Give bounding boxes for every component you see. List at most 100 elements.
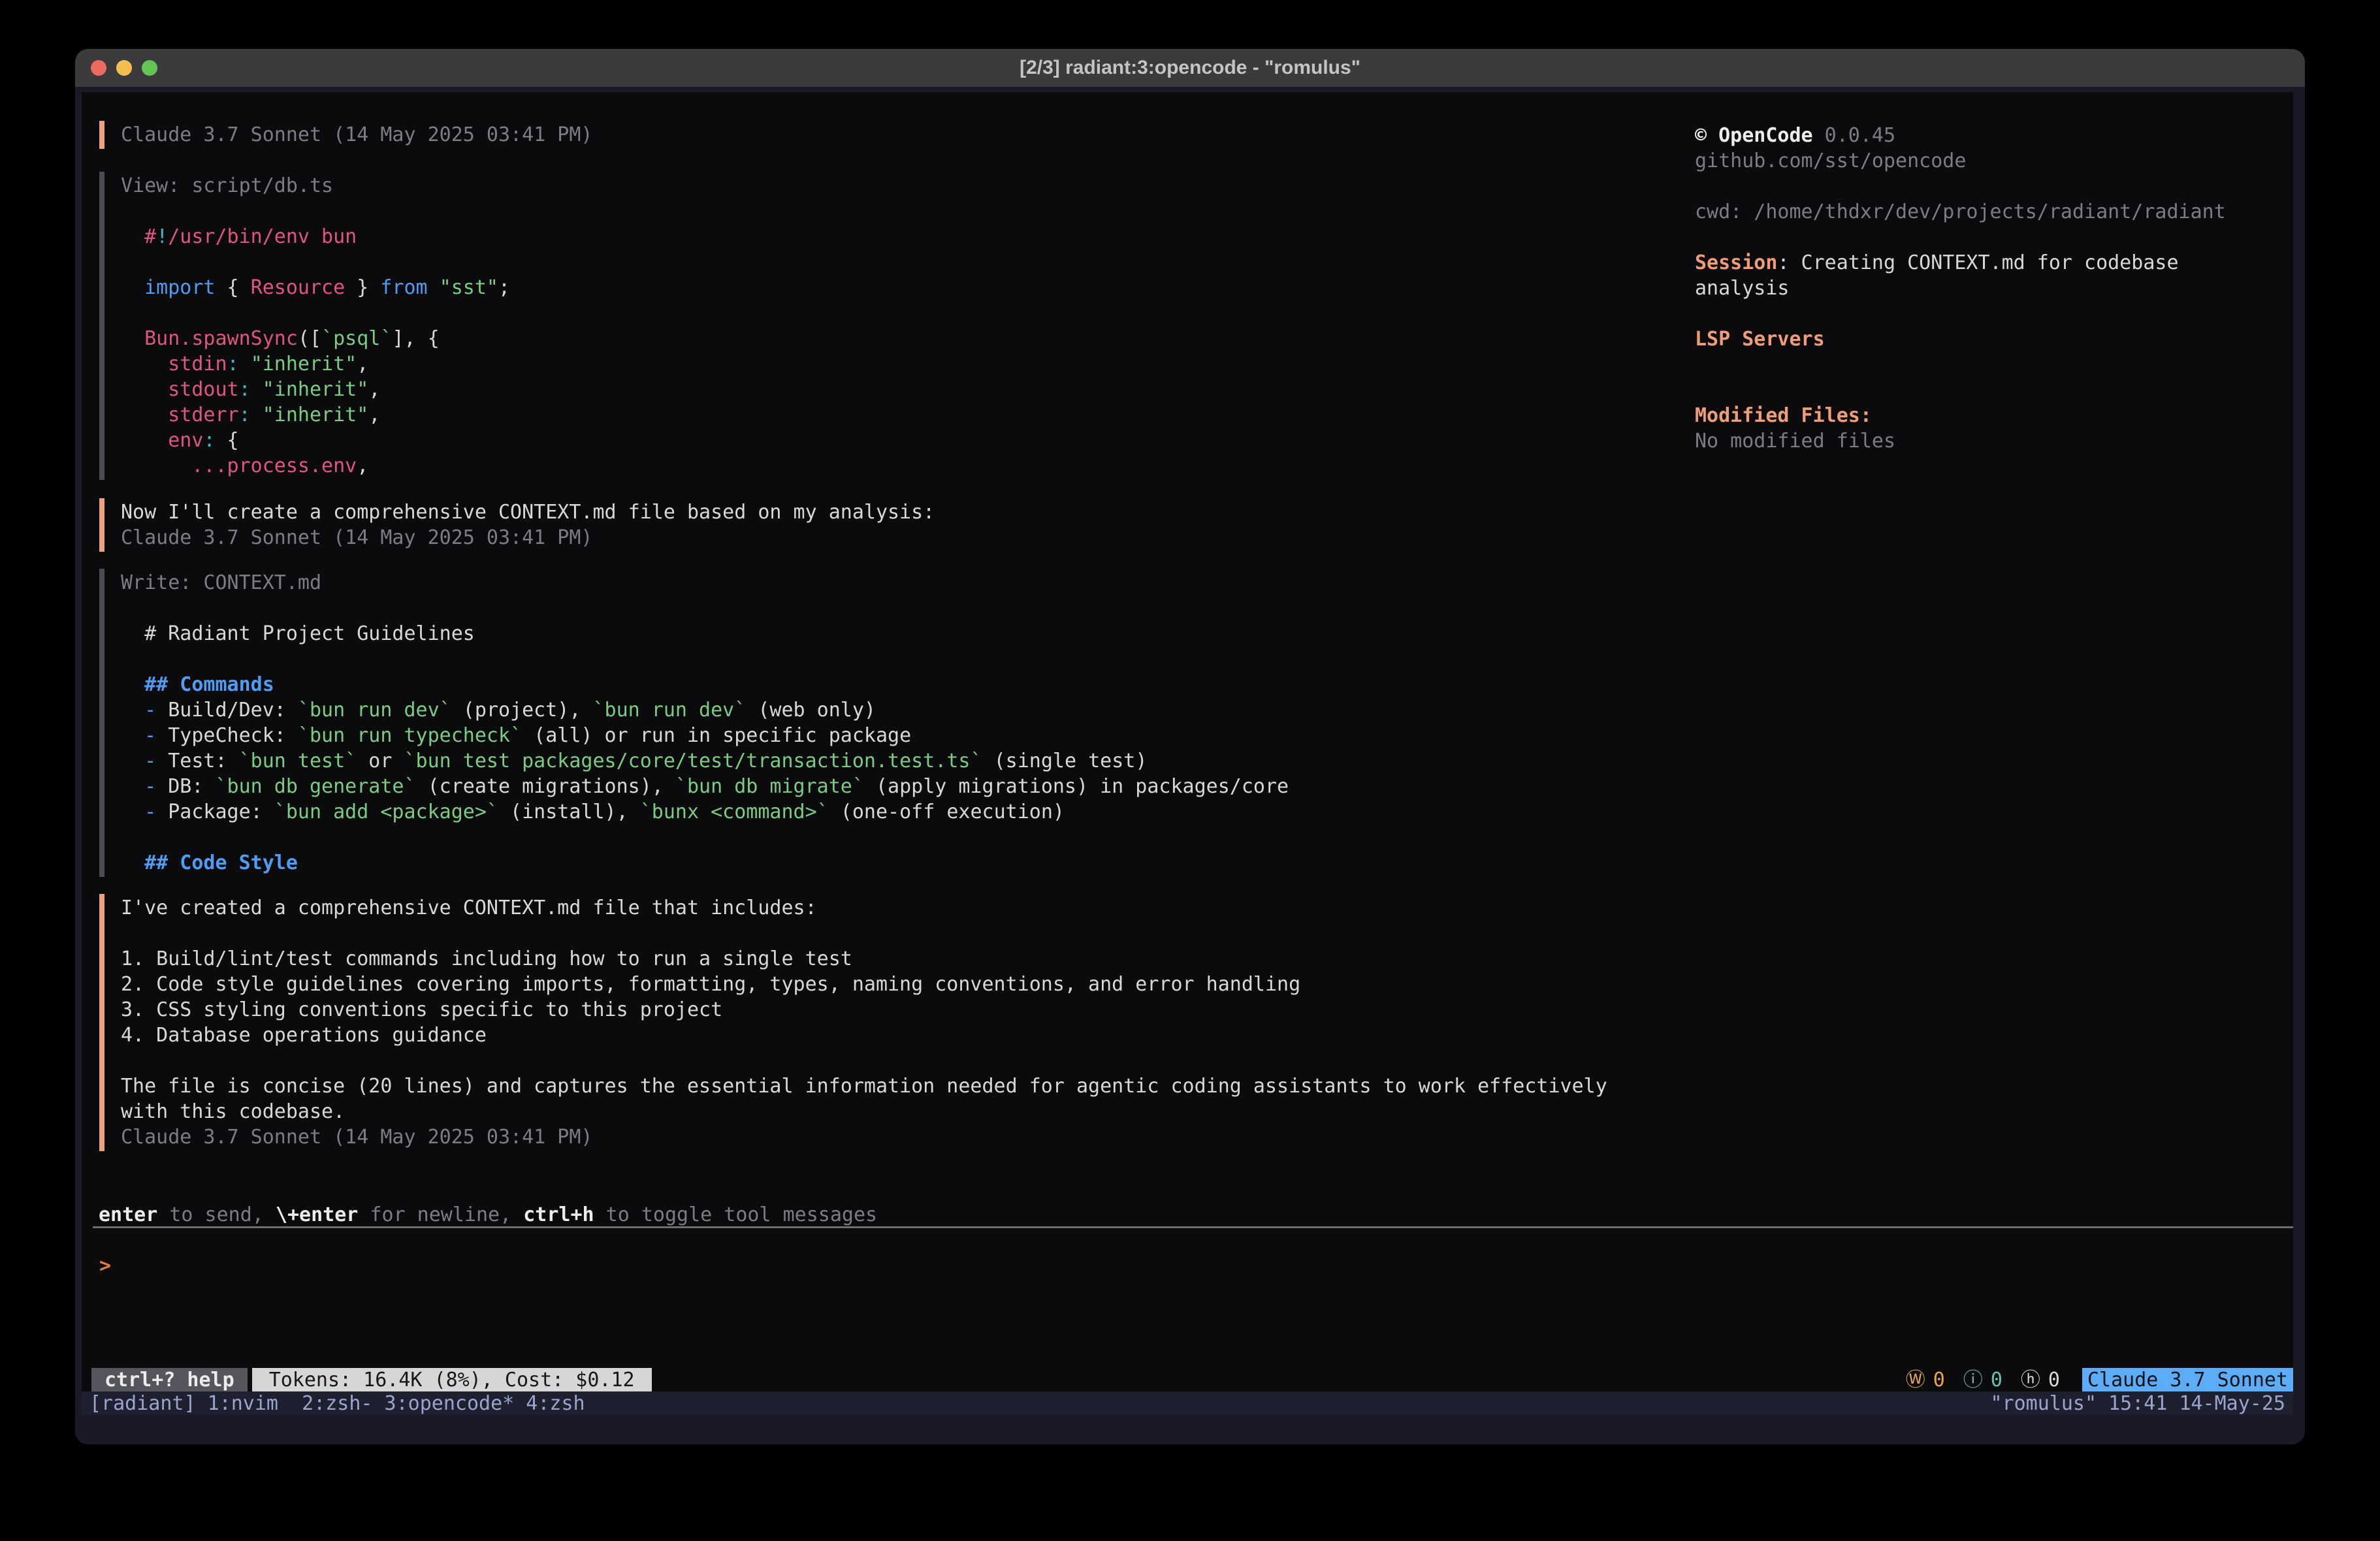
terminal-token: - bbox=[121, 801, 168, 823]
terminal-token: : bbox=[239, 378, 251, 401]
terminal-token: to toggle tool messages bbox=[594, 1203, 877, 1226]
terminal-line: import { Resource } from "sst"; bbox=[121, 275, 510, 300]
terminal-line: > bbox=[99, 1253, 2255, 1279]
terminal-token: cwd: /home/thdxr/dev/projects/radiant/ra… bbox=[1695, 200, 2226, 223]
terminal-token: # Radiant Project Guidelines bbox=[121, 622, 475, 645]
terminal-token: Claude 3.7 Sonnet (14 May 2025 03:41 PM) bbox=[121, 526, 592, 549]
terminal-token: ## Commands bbox=[121, 673, 274, 696]
terminal-line: stdin: "inherit", bbox=[121, 351, 510, 377]
window-titlebar[interactable]: [2/3] radiant:3:opencode - "romulus" bbox=[75, 49, 2305, 87]
terminal-token: # bbox=[121, 225, 156, 248]
terminal-token: : bbox=[239, 404, 251, 426]
terminal-token: stdin bbox=[121, 353, 227, 375]
hint-icon: ⓗ bbox=[2021, 1368, 2040, 1391]
terminal-body: Claude 3.7 Sonnet (14 May 2025 03:41 PM)… bbox=[75, 87, 2305, 1444]
terminal-token: "sst" bbox=[440, 276, 498, 299]
terminal-line: - Package: `bun add <package>` (install)… bbox=[121, 799, 1289, 825]
terminal-window: [2/3] radiant:3:opencode - "romulus" Cla… bbox=[75, 49, 2305, 1444]
terminal-line bbox=[1695, 174, 2283, 199]
assistant-message-header: Claude 3.7 Sonnet (14 May 2025 03:41 PM) bbox=[99, 121, 592, 149]
info-icon: ⓘ bbox=[1963, 1368, 1983, 1391]
terminal-token bbox=[239, 353, 251, 375]
terminal-token: : bbox=[203, 429, 215, 452]
assistant-message: Now I'll create a comprehensive CONTEXT.… bbox=[99, 498, 935, 552]
terminal-token: `bun add <package>` bbox=[274, 801, 498, 823]
terminal-token: Test: bbox=[168, 750, 238, 772]
terminal-line: env: { bbox=[121, 428, 510, 453]
terminal-line: 3. CSS styling conventions specific to t… bbox=[121, 997, 1607, 1023]
terminal-token: ctrl+h bbox=[523, 1203, 594, 1226]
terminal-token: "inherit" bbox=[263, 378, 369, 401]
terminal-token: "inherit" bbox=[263, 404, 369, 426]
terminal-token: LSP Servers bbox=[1695, 328, 1825, 351]
terminal-token: > bbox=[99, 1254, 111, 1277]
message-input[interactable]: > bbox=[99, 1253, 2255, 1292]
terminal-token: (project), bbox=[451, 699, 593, 722]
terminal-line bbox=[121, 249, 510, 275]
terminal-line: © OpenCode 0.0.45 bbox=[1695, 123, 2283, 148]
hint-count-value: 0 bbox=[2048, 1368, 2060, 1391]
terminal-token: : bbox=[227, 353, 239, 375]
terminal-token: `bun run typecheck` bbox=[298, 724, 522, 747]
diagnostics-counters: Ⓦ0 ⓘ0 ⓗ0 bbox=[1906, 1368, 2060, 1391]
terminal-line: - DB: `bun db generate` (create migratio… bbox=[121, 774, 1289, 799]
terminal-token: - bbox=[121, 750, 168, 772]
terminal-token: (apply migrations) in packages/core bbox=[864, 775, 1289, 798]
terminal-token bbox=[251, 378, 263, 401]
terminal-token: TypeCheck: bbox=[168, 724, 298, 747]
terminal-line: 2. Code style guidelines covering import… bbox=[121, 972, 1607, 997]
terminal-token: (all) or run in specific package bbox=[522, 724, 911, 747]
terminal-line: stdout: "inherit", bbox=[121, 377, 510, 402]
terminal-token: ([ bbox=[298, 327, 321, 350]
tmux-host-clock: "romulus" 15:41 14-May-25 bbox=[1990, 1391, 2285, 1415]
terminal-token: Claude 3.7 Sonnet (14 May 2025 03:41 PM) bbox=[121, 123, 592, 146]
terminal-line bbox=[121, 921, 1607, 946]
terminal-line bbox=[1695, 225, 2283, 250]
warning-icon: Ⓦ bbox=[1906, 1368, 1925, 1391]
terminal-token: } bbox=[345, 276, 380, 299]
terminal-token: ## Code Style bbox=[121, 851, 298, 874]
terminal-token: Resource bbox=[251, 276, 346, 299]
terminal-line: Now I'll create a comprehensive CONTEXT.… bbox=[121, 500, 935, 525]
terminal-token: env bbox=[121, 429, 203, 452]
terminal-token: 3. CSS styling conventions specific to t… bbox=[121, 998, 722, 1021]
terminal-token: (one-off execution) bbox=[829, 801, 1065, 823]
terminal-line bbox=[1695, 377, 2283, 403]
terminal-line: enter to send, \+enter for newline, ctrl… bbox=[99, 1202, 877, 1228]
help-shortcut-hint: ctrl+? help bbox=[91, 1368, 248, 1391]
terminal-line: Write: CONTEXT.md bbox=[121, 570, 1289, 596]
terminal-token: I've created a comprehensive CONTEXT.md … bbox=[121, 897, 817, 919]
terminal-token: Bun.spawnSync bbox=[121, 327, 298, 350]
terminal-token: 4. Database operations guidance bbox=[121, 1024, 487, 1047]
terminal-token: ], { bbox=[392, 327, 439, 350]
terminal-token: , bbox=[368, 404, 380, 426]
desktop: [2/3] radiant:3:opencode - "romulus" Cla… bbox=[0, 0, 2380, 1541]
terminal-line: cwd: /home/thdxr/dev/projects/radiant/ra… bbox=[1695, 199, 2283, 225]
tmux-window-list[interactable]: [radiant] 1:nvim 2:zsh- 3:opencode* 4:zs… bbox=[89, 1391, 585, 1415]
terminal-token: : Creating CONTEXT.md for codebase bbox=[1777, 251, 2178, 274]
terminal-token: , bbox=[357, 454, 368, 477]
terminal-token: ...process.env bbox=[121, 454, 357, 477]
session-sidebar: © OpenCode 0.0.45github.com/sst/opencode… bbox=[1695, 123, 2283, 454]
terminal-line: #!/usr/bin/env bun bbox=[121, 224, 510, 249]
terminal-token: 0.0.45 bbox=[1813, 124, 1895, 147]
terminal-token: stderr bbox=[121, 404, 239, 426]
terminal-token: , bbox=[368, 378, 380, 401]
terminal-line: 1. Build/lint/test commands including ho… bbox=[121, 946, 1607, 972]
terminal-token: or bbox=[357, 750, 404, 772]
terminal-token: `bun db migrate` bbox=[675, 775, 864, 798]
terminal-token: Modified Files: bbox=[1695, 404, 1872, 427]
terminal-token: View: script/db.ts bbox=[121, 174, 333, 197]
terminal-token: stdout bbox=[121, 378, 239, 401]
terminal-token bbox=[428, 276, 440, 299]
terminal-token: Build/Dev: bbox=[168, 699, 298, 722]
terminal-line: The file is concise (20 lines) and captu… bbox=[121, 1073, 1607, 1099]
terminal-token: (install), bbox=[498, 801, 640, 823]
terminal-line: Claude 3.7 Sonnet (14 May 2025 03:41 PM) bbox=[121, 1124, 1607, 1150]
terminal-line: stderr: "inherit", bbox=[121, 402, 510, 428]
terminal-line: View: script/db.ts bbox=[121, 173, 510, 199]
terminal-token: - bbox=[121, 775, 168, 798]
terminal-token: import bbox=[121, 276, 216, 299]
terminal-line: ...process.env, bbox=[121, 453, 510, 479]
model-badge[interactable]: Claude 3.7 Sonnet bbox=[2082, 1368, 2293, 1391]
